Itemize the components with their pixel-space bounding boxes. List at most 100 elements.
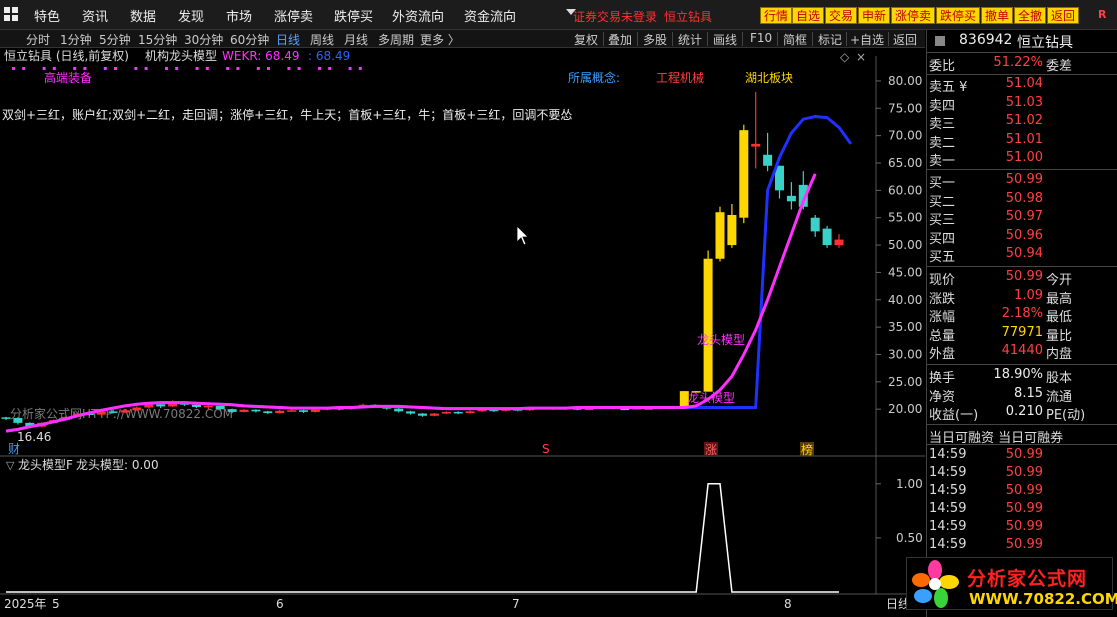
trade-button-back[interactable]: 返回	[1047, 7, 1080, 24]
candle-body	[203, 405, 213, 408]
period-5min[interactable]: 5分钟	[99, 31, 131, 48]
stat2-value: 8.15	[1014, 385, 1043, 401]
tool-back[interactable]: 返回	[893, 31, 917, 48]
stat-value: 1.09	[1014, 287, 1043, 303]
stat-value: 50.99	[1005, 269, 1043, 284]
chart-title: 恒立钻具 (日线,前复权)	[4, 48, 129, 63]
tool-mark[interactable]: 标记	[818, 31, 842, 48]
r-badge[interactable]: R	[1098, 8, 1106, 21]
signal-dot	[348, 67, 352, 70]
low-price-label: 16.46	[17, 430, 51, 444]
y-tick-label: 80.00	[888, 74, 922, 88]
chart-area[interactable]: 80.00 75.00 70.00 65.00 60.00 55.00 50.00 45.00…	[0, 48, 925, 617]
divider	[927, 169, 1117, 170]
menu-item-data[interactable]: 数据	[130, 6, 156, 25]
trade-button-cancel-all[interactable]: 全撤	[1014, 7, 1047, 24]
period-timeshare[interactable]: 分时	[26, 31, 50, 48]
tool-overlay[interactable]: 叠加	[608, 31, 632, 48]
trade-button-ipo[interactable]: 申新	[858, 7, 891, 24]
ask-price: 51.01	[1005, 131, 1043, 147]
period-30min[interactable]: 30分钟	[184, 31, 223, 48]
stat-label-2: 量比	[1046, 328, 1073, 344]
trade-button-limit-down-buy[interactable]: 跌停买	[936, 7, 981, 24]
candle-body	[263, 411, 273, 414]
trade-button-quote[interactable]: 行情	[760, 7, 793, 24]
tool-restore-rights[interactable]: 复权	[574, 31, 598, 48]
indicator-name[interactable]: 机构龙头模型	[145, 48, 217, 63]
period-15min[interactable]: 15分钟	[138, 31, 177, 48]
period-60min[interactable]: 60分钟	[230, 31, 269, 48]
stock-name: 恒立钻具	[1017, 35, 1073, 51]
trade-button-trade[interactable]: 交易	[825, 7, 858, 24]
menu-item-capital-flow[interactable]: 资金流向	[464, 6, 516, 25]
menu-item-featured[interactable]: 特色	[34, 6, 60, 25]
period-multi[interactable]: 多周期	[378, 31, 414, 48]
mark-zhang[interactable]: 涨	[705, 442, 717, 457]
stat2-label: 净资	[929, 389, 956, 405]
tool-draw-line[interactable]: 画线	[713, 31, 737, 48]
tool-add-watchlist[interactable]: +自选	[850, 31, 884, 48]
signal-dot	[358, 67, 362, 70]
candle-body	[418, 413, 427, 416]
menu-item-limit-up-sell[interactable]: 涨停卖	[274, 6, 313, 25]
menu-item-discover[interactable]: 发现	[178, 6, 204, 25]
menu-item-market[interactable]: 市场	[226, 6, 252, 25]
divider	[927, 52, 1117, 53]
x-month-8: 8	[784, 597, 792, 611]
bid-label: 买五	[929, 250, 956, 265]
candle-body	[251, 409, 261, 412]
trade-button-cancel[interactable]: 撤单	[981, 7, 1014, 24]
y-tick-label: 20.00	[888, 402, 922, 416]
menu-item-foreign-flow[interactable]: 外资流向	[392, 6, 444, 25]
candle-body	[299, 410, 308, 412]
period-monthly[interactable]: 月线	[344, 31, 368, 48]
diamond-icon[interactable]: ◇	[840, 50, 850, 64]
period-1min[interactable]: 1分钟	[60, 31, 92, 48]
period-daily[interactable]: 日线	[276, 31, 300, 48]
trade-button-watchlist[interactable]: 自选	[792, 7, 825, 24]
stat-label: 总量	[929, 328, 956, 344]
stat-label: 涨幅	[929, 310, 956, 325]
stat2-label: 收益(一)	[929, 408, 979, 423]
menu-stock-label: 恒立钻具	[664, 10, 713, 24]
chevron-down-icon[interactable]: ▽	[6, 459, 15, 472]
signal-dot	[73, 67, 77, 70]
signal-dot	[134, 67, 138, 70]
tick-time: 14:59	[929, 501, 967, 516]
period-more[interactable]: 更多 〉	[420, 31, 460, 48]
mark-bang[interactable]: 榜	[801, 442, 813, 457]
menu-item-limit-down-buy[interactable]: 跌停买	[334, 6, 373, 25]
candle-body	[13, 417, 23, 423]
tick-time: 14:59	[929, 537, 967, 552]
tool-simple-frame[interactable]: 简框	[783, 31, 807, 48]
signal-dot	[328, 67, 332, 70]
menu-bar: 特色 资讯 数据 发现 市场 涨停卖 跌停买 外资流向 资金流向 证券交易未登录…	[0, 0, 1117, 30]
tool-f10[interactable]: F10	[750, 31, 772, 45]
candle-body	[310, 409, 320, 412]
candle-body	[287, 410, 297, 412]
period-weekly[interactable]: 周线	[310, 31, 334, 48]
grid-icon[interactable]	[4, 7, 18, 21]
candle-body	[215, 405, 225, 410]
candle-body	[275, 410, 285, 414]
divider	[603, 32, 604, 46]
y-tick-label: 55.00	[888, 211, 922, 225]
menu-item-news[interactable]: 资讯	[82, 6, 108, 25]
mark-s[interactable]: S	[542, 442, 550, 456]
flag-icon[interactable]	[935, 36, 945, 46]
trade-button-limit-up-sell[interactable]: 涨停卖	[891, 7, 936, 24]
tool-stats[interactable]: 统计	[678, 31, 702, 48]
signal-dot	[12, 67, 15, 70]
sub-indicator-name[interactable]: 龙头模型F	[18, 458, 73, 472]
tool-multi-stock[interactable]: 多股	[643, 31, 667, 48]
signal-dot	[287, 67, 291, 70]
tick-price: 50.99	[1005, 483, 1043, 498]
stat-label: 现价	[929, 273, 956, 288]
close-icon[interactable]: ×	[856, 50, 866, 64]
login-notice[interactable]: 证券交易未登录	[573, 8, 657, 25]
dragon-label-1: 龙头模型	[697, 333, 745, 347]
mark-cai[interactable]: 财	[8, 442, 20, 456]
divider	[707, 32, 708, 46]
ask-price: 51.04	[1005, 76, 1043, 91]
weibi-value: 51.22%	[993, 55, 1043, 70]
